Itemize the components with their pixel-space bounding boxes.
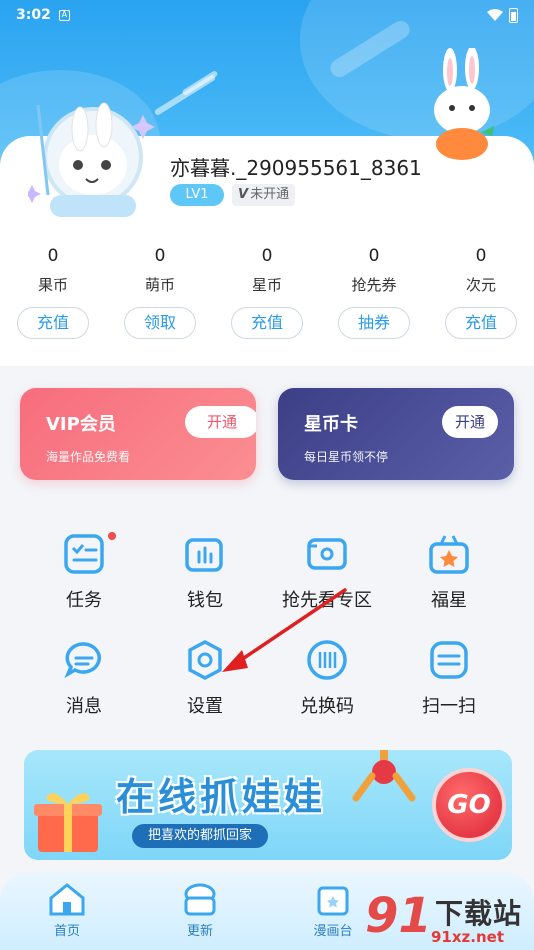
stat-mengbi: 0 萌币 领取 xyxy=(122,246,198,339)
claw-icon xyxy=(352,750,416,802)
grid-item-settings[interactable]: 设置 xyxy=(150,638,260,718)
stat-label: 萌币 xyxy=(144,276,175,294)
stat-qiangxianquan: 0 抢先券 抽券 xyxy=(336,246,412,339)
status-bar: 3:02 A xyxy=(0,0,534,30)
grid-label: 福星 xyxy=(431,590,467,611)
battery-icon xyxy=(509,7,518,23)
star-coin-card-promo[interactable]: 星币卡 每日星币领不停 开通 xyxy=(278,388,514,480)
grid-label: 兑换码 xyxy=(300,696,354,717)
stat-label: 抢先券 xyxy=(351,276,397,294)
guobi-recharge-button[interactable]: 充值 xyxy=(17,307,89,339)
status-time: 3:02 xyxy=(16,7,51,23)
currency-stats: 0 果币 充值 0 萌币 领取 0 星币 充值 0 抢先券 抽券 0 次元 充值 xyxy=(0,246,534,346)
tab-comic-stage[interactable]: 漫画台 xyxy=(293,882,373,939)
preview-icon xyxy=(307,538,347,570)
vip-promo-title: VIP会员 xyxy=(46,414,116,435)
grid-item-redeem-code[interactable]: 兑换码 xyxy=(272,638,382,718)
star-promo-subtitle: 每日星币领不停 xyxy=(304,450,389,464)
vip-open-button[interactable]: 开通 xyxy=(185,406,256,438)
vip-promo-card[interactable]: VIP会员 海量作品免费看 开通 xyxy=(20,388,256,480)
watermark-logo: 91 xyxy=(365,888,432,944)
bunny-mascot-icon xyxy=(422,46,504,168)
tab-label: 首页 xyxy=(53,924,80,939)
vip-v-icon: V xyxy=(238,187,249,202)
grid-item-message[interactable]: 消息 xyxy=(29,638,139,718)
ciyuan-recharge-button[interactable]: 充值 xyxy=(445,307,517,339)
grid-label: 消息 xyxy=(66,696,102,717)
stat-value: 0 xyxy=(47,246,59,266)
site-watermark: 91 下载站 91xz.net xyxy=(365,880,534,950)
grid-label: 任务 xyxy=(66,590,102,611)
stat-value: 0 xyxy=(368,246,380,266)
tab-update[interactable]: 更新 xyxy=(160,882,240,939)
tab-label: 更新 xyxy=(186,924,213,939)
star-promo-title: 星币卡 xyxy=(304,414,358,435)
stat-value: 0 xyxy=(475,246,487,266)
home-icon xyxy=(49,883,85,916)
stat-label: 星币 xyxy=(251,276,282,294)
grid-label: 钱包 xyxy=(187,590,223,611)
message-icon xyxy=(64,642,101,679)
stat-guobi: 0 果币 充值 xyxy=(15,246,91,339)
tab-label: 漫画台 xyxy=(313,924,353,939)
notification-a-icon: A xyxy=(58,9,70,21)
stat-value: 0 xyxy=(154,246,166,266)
stat-label: 果币 xyxy=(37,276,68,294)
wallet-icon xyxy=(185,538,223,572)
update-icon xyxy=(184,883,216,916)
comic-stage-icon xyxy=(317,886,349,916)
level-badge[interactable]: LV1 xyxy=(170,184,224,206)
coupon-draw-button[interactable]: 抽券 xyxy=(338,307,410,339)
grid-item-preview-zone[interactable]: 抢先看专区 xyxy=(272,532,382,612)
grid-item-scan[interactable]: 扫一扫 xyxy=(394,638,504,718)
banner-go-button[interactable]: GO xyxy=(432,768,506,842)
settings-icon xyxy=(188,640,222,680)
stat-label: 次元 xyxy=(465,276,496,294)
xingbi-recharge-button[interactable]: 充值 xyxy=(231,307,303,339)
vip-status-badge[interactable]: V 未开通 xyxy=(232,184,296,206)
stat-value: 0 xyxy=(261,246,273,266)
grid-label: 设置 xyxy=(187,696,223,717)
grid-item-lucky-star[interactable]: 福星 xyxy=(394,532,504,612)
banner-title: 在线抓娃娃 xyxy=(116,775,327,819)
vip-status-text: 未开通 xyxy=(250,187,290,202)
watermark-url: 91xz.net xyxy=(431,928,505,946)
stat-ciyuan: 0 次元 充值 xyxy=(443,246,519,339)
lucky-star-icon xyxy=(429,535,469,574)
grid-label: 抢先看专区 xyxy=(282,590,372,611)
grid-item-task[interactable]: 任务 xyxy=(29,532,139,612)
redeem-code-icon xyxy=(307,640,347,680)
vip-promo-subtitle: 海量作品免费看 xyxy=(46,450,131,464)
banner-subtitle: 把喜欢的都抓回家 xyxy=(132,824,269,848)
grid-label: 扫一扫 xyxy=(422,696,476,717)
gift-box-icon xyxy=(34,793,102,852)
watermark-text: 下载站 xyxy=(435,897,523,930)
grid-item-wallet[interactable]: 钱包 xyxy=(150,532,260,612)
mengbi-claim-button[interactable]: 领取 xyxy=(124,307,196,339)
tab-home[interactable]: 首页 xyxy=(27,882,107,939)
star-open-button[interactable]: 开通 xyxy=(442,406,498,438)
username: 亦暮暮._290955561_8361 xyxy=(170,156,422,180)
stat-xingbi: 0 星币 充值 xyxy=(229,246,305,339)
avatar[interactable] xyxy=(23,95,158,225)
scan-icon xyxy=(430,641,468,679)
task-icon xyxy=(64,534,104,574)
wifi-icon xyxy=(487,9,503,21)
claw-machine-banner[interactable]: 在线抓娃娃 把喜欢的都抓回家 GO xyxy=(24,750,512,860)
